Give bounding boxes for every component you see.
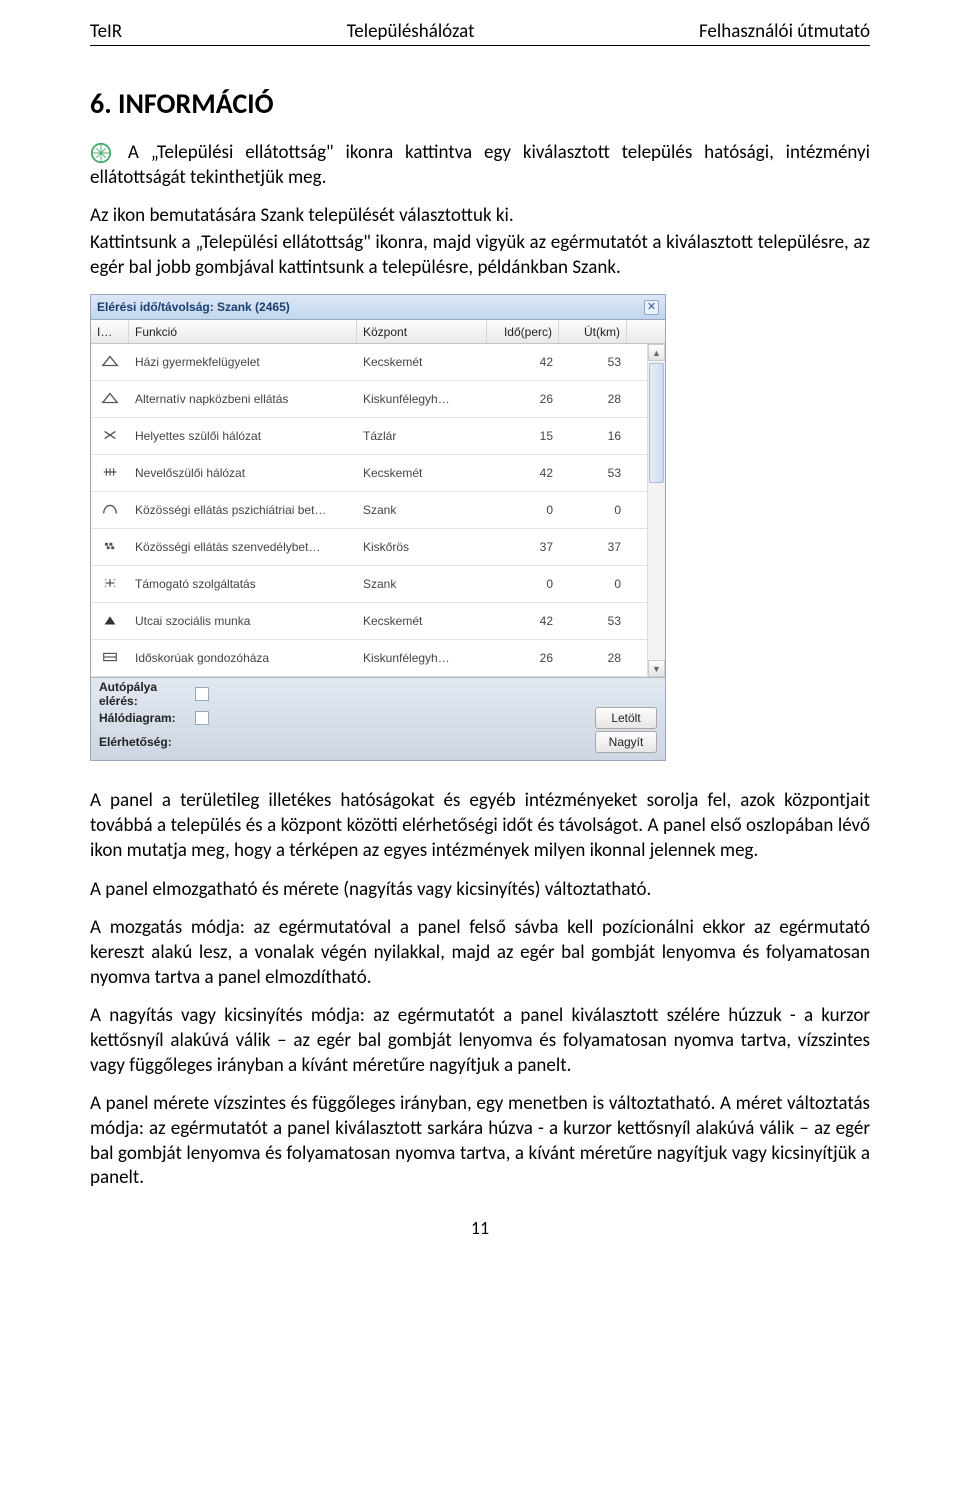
- row-type-icon: [101, 465, 119, 482]
- grid-header-row: I… Funkció Központ Idő(perc) Út(km): [91, 320, 665, 344]
- intro-text-1: A „Települési ellátottság" ikonra kattin…: [90, 141, 870, 189]
- col-header-distance[interactable]: Út(km): [559, 320, 627, 343]
- table-row[interactable]: Közösségi ellátás szenvedélybet…Kiskőrös…: [91, 529, 665, 566]
- footer-label-reach: Elérhetőség:: [99, 735, 195, 749]
- header-left: TeIR: [90, 20, 122, 43]
- diagram-checkbox[interactable]: [195, 711, 209, 725]
- row-type-icon: [101, 576, 119, 593]
- panel-titlebar[interactable]: Elérési idő/távolság: Szank (2465) ✕: [91, 295, 665, 320]
- table-row[interactable]: Nevelőszülői hálózatKecskemét4253: [91, 455, 665, 492]
- cell-distance: 53: [559, 466, 627, 480]
- cell-distance: 16: [559, 429, 627, 443]
- cell-distance: 0: [559, 503, 627, 517]
- scroll-down-icon[interactable]: ▼: [648, 660, 665, 677]
- cell-center: Szank: [357, 503, 487, 517]
- highway-checkbox[interactable]: [195, 687, 209, 701]
- cell-time: 42: [487, 614, 559, 628]
- paragraph-desc-3: A mozgatás módja: az egérmutatóval a pan…: [90, 916, 870, 990]
- cell-function: Támogató szolgáltatás: [129, 577, 357, 591]
- paragraph-desc-5: A panel mérete vízszintes és függőleges …: [90, 1092, 870, 1191]
- cell-time: 42: [487, 355, 559, 369]
- table-row[interactable]: Időskorúak gondozóházaKiskunfélegyh…2628: [91, 640, 665, 677]
- cell-function: Nevelőszülői hálózat: [129, 466, 357, 480]
- scroll-track[interactable]: [648, 361, 665, 660]
- cell-center: Szank: [357, 577, 487, 591]
- col-header-spacer: [627, 320, 665, 343]
- paragraph-desc-1: A panel a területileg illetékes hatóságo…: [90, 789, 870, 863]
- close-icon[interactable]: ✕: [644, 300, 659, 315]
- cell-center: Kiskunfélegyh…: [357, 651, 487, 665]
- cell-distance: 0: [559, 577, 627, 591]
- cell-time: 0: [487, 577, 559, 591]
- cell-function: Közösségi ellátás szenvedélybet…: [129, 540, 357, 554]
- header-right: Felhasználói útmutató: [699, 20, 870, 43]
- cell-function: Közösségi ellátás pszichiátriai bet…: [129, 503, 357, 517]
- row-type-icon: [101, 391, 119, 408]
- table-row[interactable]: Utcai szociális munkaKecskemét4253: [91, 603, 665, 640]
- cell-center: Kecskemét: [357, 355, 487, 369]
- row-type-icon: [101, 539, 119, 556]
- cell-function: Időskorúak gondozóháza: [129, 651, 357, 665]
- intro-paragraph-2: Az ikon bemutatására Szank települését v…: [90, 204, 870, 229]
- cell-distance: 28: [559, 392, 627, 406]
- intro-paragraph-1: A „Települési ellátottság" ikonra kattin…: [90, 141, 870, 190]
- panel-title: Elérési idő/távolság: Szank (2465): [97, 300, 290, 314]
- cell-function: Helyettes szülői hálózat: [129, 429, 357, 443]
- cell-function: Házi gyermekfelügyelet: [129, 355, 357, 369]
- cell-function: Utcai szociális munka: [129, 614, 357, 628]
- footer-label-highway: Autópálya elérés:: [99, 680, 195, 708]
- cell-time: 42: [487, 466, 559, 480]
- download-button[interactable]: Letölt: [595, 707, 657, 729]
- cell-distance: 53: [559, 355, 627, 369]
- access-panel: Elérési idő/távolság: Szank (2465) ✕ I… …: [90, 294, 666, 761]
- info-icon: [90, 142, 112, 164]
- table-row[interactable]: Helyettes szülői hálózatTázlár1516: [91, 418, 665, 455]
- header-center: Településhálózat: [347, 20, 475, 43]
- paragraph-desc-4: A nagyítás vagy kicsinyítés módja: az eg…: [90, 1004, 870, 1078]
- table-row[interactable]: Alternatív napközbeni ellátásKiskunféleg…: [91, 381, 665, 418]
- section-heading: 6. INFORMÁCIÓ: [90, 86, 870, 121]
- cell-function: Alternatív napközbeni ellátás: [129, 392, 357, 406]
- document-header: TeIR Településhálózat Felhasználói útmut…: [90, 20, 870, 46]
- cell-center: Kiskőrös: [357, 540, 487, 554]
- table-row[interactable]: Házi gyermekfelügyeletKecskemét4253: [91, 344, 665, 381]
- cell-center: Tázlár: [357, 429, 487, 443]
- row-type-icon: [101, 428, 119, 445]
- row-type-icon: [101, 502, 119, 519]
- cell-distance: 37: [559, 540, 627, 554]
- row-type-icon: [101, 650, 119, 667]
- table-row[interactable]: Támogató szolgáltatásSzank00: [91, 566, 665, 603]
- cell-center: Kiskunfélegyh…: [357, 392, 487, 406]
- cell-time: 37: [487, 540, 559, 554]
- col-header-time[interactable]: Idő(perc): [487, 320, 559, 343]
- col-header-function[interactable]: Funkció: [129, 320, 357, 343]
- vertical-scrollbar[interactable]: ▲ ▼: [647, 344, 665, 677]
- cell-time: 15: [487, 429, 559, 443]
- zoom-button[interactable]: Nagyít: [595, 731, 657, 753]
- cell-center: Kecskemét: [357, 614, 487, 628]
- row-type-icon: [101, 613, 119, 630]
- footer-label-diagram: Hálódiagram:: [99, 711, 195, 725]
- cell-time: 26: [487, 651, 559, 665]
- page-number: 11: [90, 1217, 870, 1239]
- cell-time: 26: [487, 392, 559, 406]
- cell-time: 0: [487, 503, 559, 517]
- cell-center: Kecskemét: [357, 466, 487, 480]
- row-type-icon: [101, 354, 119, 371]
- cell-distance: 53: [559, 614, 627, 628]
- intro-paragraph-3: Kattintsunk a „Települési ellátottság" i…: [90, 231, 870, 280]
- table-row[interactable]: Közösségi ellátás pszichiátriai bet…Szan…: [91, 492, 665, 529]
- scroll-thumb[interactable]: [649, 363, 664, 483]
- col-header-icon[interactable]: I…: [91, 320, 129, 343]
- panel-footer: Autópálya elérés: Hálódiagram: Letölt El…: [91, 677, 665, 760]
- cell-distance: 28: [559, 651, 627, 665]
- col-header-center[interactable]: Központ: [357, 320, 487, 343]
- paragraph-desc-2: A panel elmozgatható és mérete (nagyítás…: [90, 878, 870, 903]
- scroll-up-icon[interactable]: ▲: [648, 344, 665, 361]
